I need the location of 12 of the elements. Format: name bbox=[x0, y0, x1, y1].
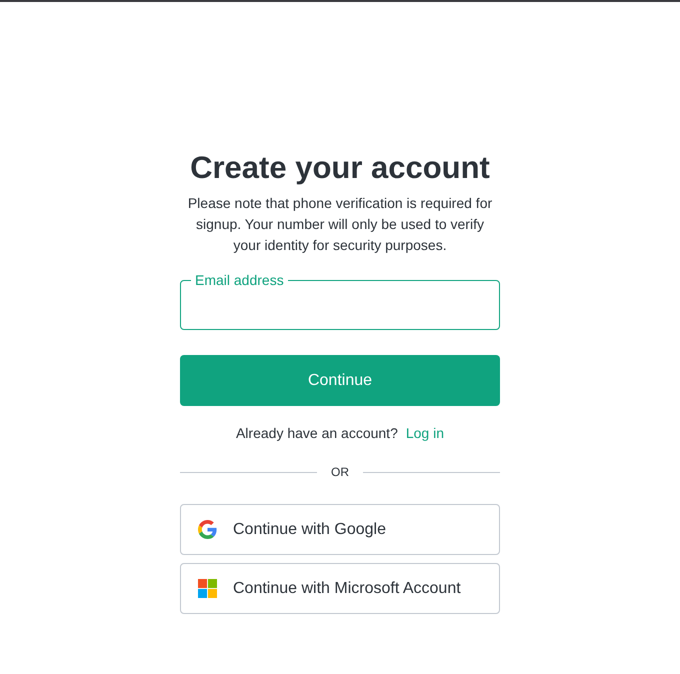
social-login-button[interactable]: Continue with Microsoft Account bbox=[180, 563, 500, 614]
google-g-icon bbox=[198, 520, 217, 539]
email-input-field[interactable]: Email address bbox=[180, 272, 500, 330]
login-link[interactable]: Log in bbox=[406, 423, 444, 443]
notice-text: Please note that phone verification is required for signup. Your number will only be used to verify your identity for security purposes. bbox=[186, 194, 494, 255]
social-login-button[interactable]: Continue with Google bbox=[180, 504, 500, 555]
four-squares-icon bbox=[198, 579, 217, 598]
page-heading: Create your account bbox=[189, 149, 491, 187]
continue-button[interactable]: Continue bbox=[180, 355, 500, 406]
field-label: Email address bbox=[194, 272, 285, 288]
divider-text: OR bbox=[331, 464, 349, 480]
login-prompt-text: Already have an account? bbox=[236, 424, 398, 443]
